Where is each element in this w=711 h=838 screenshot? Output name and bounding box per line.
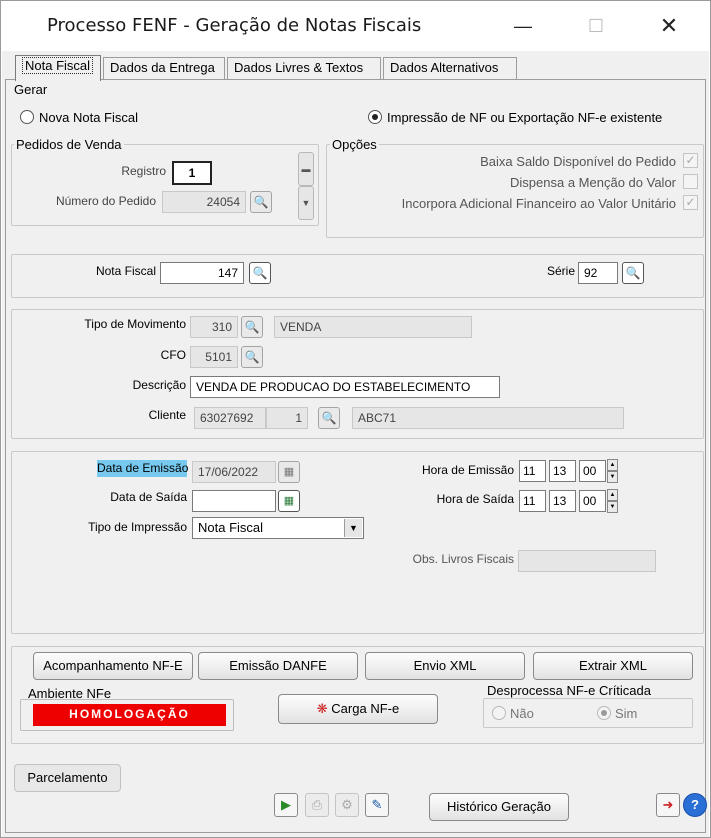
registro-label: Registro — [121, 164, 166, 178]
search-movimento-icon[interactable]: 🔍 — [241, 316, 263, 338]
opcao-incorpora-label: Incorpora Adicional Financeiro ao Valor … — [401, 196, 676, 211]
gear-icon[interactable]: ⚙ — [335, 793, 359, 817]
help-icon[interactable]: ? — [683, 793, 707, 817]
nota-fiscal-field[interactable]: 147 — [160, 262, 244, 284]
hora-emissao-h[interactable]: 11 — [519, 460, 546, 482]
main-window: Processo FENF - Geração de Notas Fiscais… — [0, 0, 711, 838]
gears-icon: ❋ — [316, 701, 328, 716]
desprocessa-nao-label: Não — [510, 706, 534, 721]
acompanhamento-button[interactable]: Acompanhamento NF-E — [33, 652, 193, 680]
nota-fiscal-label: Nota Fiscal — [95, 264, 156, 278]
opcao-dispensa-label: Dispensa a Menção do Valor — [510, 175, 676, 190]
parcelamento-button[interactable]: Parcelamento — [14, 764, 121, 792]
search-cfo-icon[interactable]: 🔍 — [241, 346, 263, 368]
emissao-danfe-button[interactable]: Emissão DANFE — [198, 652, 358, 680]
hora-saida-h[interactable]: 11 — [519, 490, 546, 512]
data-emissao-label: Data de Emissão — [97, 460, 189, 477]
hora-saida-s[interactable]: 00 — [579, 490, 606, 512]
carga-nfe-label: Carga NF-e — [331, 701, 400, 716]
cfo-label: CFO — [160, 348, 186, 362]
cliente-seq[interactable]: 1 — [266, 407, 308, 429]
pedidos-group — [11, 144, 319, 226]
client-area: Nota Fiscal Dados da Entrega Dados Livre… — [2, 51, 709, 837]
cliente-code[interactable]: 63027692 — [194, 407, 266, 429]
hora-emissao-spinner[interactable]: ▲ ▼ — [607, 459, 618, 483]
desprocessa-sim-radio[interactable] — [597, 706, 611, 720]
opcao-dispensa-checkbox[interactable] — [683, 174, 698, 189]
calendar-emissao-icon[interactable]: ▦ — [278, 461, 300, 483]
search-cliente-icon[interactable]: 🔍 — [318, 407, 340, 429]
exit-icon[interactable]: ➜ — [656, 793, 680, 817]
tab-dados-alternativos[interactable]: Dados Alternativos — [383, 57, 517, 79]
tab-dados-entrega[interactable]: Dados da Entrega — [103, 57, 225, 79]
search-nota-icon[interactable]: 🔍 — [249, 262, 271, 284]
desprocessa-nao-radio[interactable] — [492, 706, 506, 720]
descricao-field[interactable]: VENDA DE PRODUCAO DO ESTABELECIMENTO — [190, 376, 500, 398]
serie-field[interactable]: 92 — [578, 262, 618, 284]
pedidos-label: Pedidos de Venda — [14, 137, 124, 152]
data-saida-field[interactable] — [192, 490, 276, 512]
chevron-down-icon[interactable]: ▼ — [344, 519, 362, 537]
ambiente-value: HOMOLOGAÇÃO — [33, 704, 226, 726]
tab-nota-fiscal[interactable]: Nota Fiscal — [15, 55, 101, 81]
serie-label: Série — [546, 264, 575, 278]
minimize-icon[interactable]: — — [503, 11, 543, 41]
search-serie-icon[interactable]: 🔍 — [622, 262, 644, 284]
tab-dados-livres[interactable]: Dados Livres & Textos — [227, 57, 381, 79]
scroll-down-button[interactable]: ▼ — [298, 186, 314, 220]
scroll-up-button[interactable]: ▬ — [298, 152, 314, 186]
opcao-baixa-checkbox[interactable]: ✓ — [683, 153, 698, 168]
nova-nf-radio[interactable] — [20, 110, 34, 124]
tipo-impressao-label: Tipo de Impressão — [88, 520, 187, 534]
hora-emissao-m[interactable]: 13 — [549, 460, 576, 482]
close-icon[interactable]: ✕ — [649, 11, 689, 41]
hora-saida-label: Hora de Saída — [436, 492, 514, 506]
printer-icon[interactable]: ⎙ — [305, 793, 329, 817]
cfo-field[interactable]: 5101 — [190, 346, 238, 368]
maximize-icon[interactable]: ☐ — [576, 11, 616, 41]
opcoes-label: Opções — [330, 137, 379, 152]
carga-nfe-button[interactable]: ❋ Carga NF-e — [278, 694, 438, 724]
opcao-baixa-label: Baixa Saldo Disponível do Pedido — [480, 154, 676, 169]
hora-emissao-s[interactable]: 00 — [579, 460, 606, 482]
nova-nf-label: Nova Nota Fiscal — [39, 110, 138, 125]
impressao-label: Impressão de NF ou Exportação NF-e exist… — [387, 110, 663, 125]
hora-emissao-label: Hora de Emissão — [421, 463, 514, 477]
registro-field[interactable]: 1 — [172, 161, 212, 185]
historico-button[interactable]: Histórico Geração — [429, 793, 569, 821]
tab-page-nota-fiscal: Gerar Nova Nota Fiscal Impressão de NF o… — [5, 79, 707, 833]
desprocessa-label: Desprocessa NF-e Críticada — [485, 683, 653, 698]
numero-pedido-label: Número do Pedido — [55, 194, 156, 208]
window-title: Processo FENF - Geração de Notas Fiscais — [47, 15, 422, 36]
cliente-label: Cliente — [148, 408, 186, 422]
cliente-name: ABC71 — [352, 407, 624, 429]
tipo-impressao-select[interactable]: Nota Fiscal ▼ — [192, 517, 364, 539]
tipo-movimento-code[interactable]: 310 — [190, 316, 238, 338]
numero-pedido-field[interactable]: 24054 — [162, 191, 246, 213]
obs-livros-field[interactable] — [518, 550, 656, 572]
tipo-movimento-desc: VENDA — [274, 316, 472, 338]
gerar-label: Gerar — [12, 82, 50, 97]
tipo-movimento-label: Tipo de Movimento — [84, 317, 186, 331]
data-saida-label: Data de Saída — [110, 490, 187, 504]
obs-livros-label: Obs. Livros Fiscais — [412, 552, 514, 566]
impressao-radio[interactable] — [368, 110, 382, 124]
play-icon[interactable]: ▶ — [274, 793, 298, 817]
descricao-label: Descrição — [132, 378, 186, 392]
tipo-impressao-value: Nota Fiscal — [198, 520, 264, 535]
search-pedido-icon[interactable]: 🔍 — [250, 191, 272, 213]
clipboard-icon[interactable]: ✎ — [365, 793, 389, 817]
hora-saida-spinner[interactable]: ▲ ▼ — [607, 489, 618, 513]
opcao-incorpora-checkbox[interactable]: ✓ — [683, 195, 698, 210]
data-emissao-field[interactable]: 17/06/2022 — [192, 461, 276, 483]
desprocessa-sim-label: Sim — [615, 706, 638, 721]
calendar-saida-icon[interactable]: ▦ — [278, 490, 300, 512]
title-bar: Processo FENF - Geração de Notas Fiscais… — [1, 1, 710, 51]
hora-saida-m[interactable]: 13 — [549, 490, 576, 512]
extrair-xml-button[interactable]: Extrair XML — [533, 652, 693, 680]
envio-xml-button[interactable]: Envio XML — [365, 652, 525, 680]
